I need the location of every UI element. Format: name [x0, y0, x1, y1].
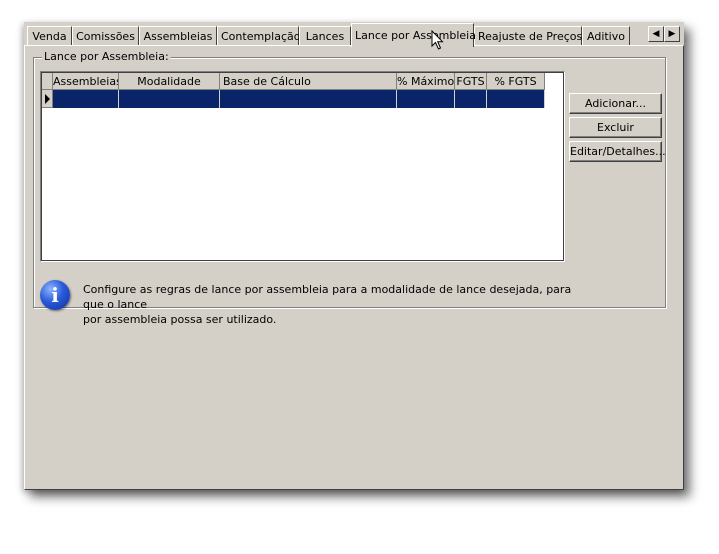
tab-lances[interactable]: Lances	[299, 26, 351, 45]
tab-reajuste-de-precos[interactable]: Reajuste de Preços	[474, 26, 582, 45]
tab-contemplacao[interactable]: Contemplação	[217, 26, 300, 45]
cell-base-de-calculo[interactable]	[220, 90, 397, 108]
column-header-base-de-calculo[interactable]: Base de Cálculo	[220, 73, 397, 90]
cell-assembleias[interactable]	[53, 90, 119, 108]
tab-lance-por-assembleia[interactable]: Lance por Assembleia	[351, 23, 476, 47]
column-header-modalidade[interactable]: Modalidade	[119, 73, 220, 90]
edit-details-button[interactable]: Editar/Detalhes...	[569, 141, 666, 162]
grid-corner	[42, 73, 53, 90]
table-row[interactable]	[42, 90, 551, 108]
tab-venda[interactable]: Venda	[27, 26, 72, 45]
tab-scroll-left-button[interactable]: ◀	[648, 26, 664, 42]
tab-assembleias[interactable]: Assembleias	[139, 26, 217, 45]
tab-aditivo[interactable]: Aditivo	[582, 26, 630, 45]
column-header-percent-fgts[interactable]: % FGTS	[487, 73, 545, 90]
tab-page-lance-por-assembleia: Lance por Assembleia: Assembleias Modali…	[24, 45, 684, 490]
tab-strip: Venda Comissões Assembleias Contemplação…	[24, 22, 684, 47]
mouse-pointer-icon	[431, 30, 444, 50]
cell-percent-fgts[interactable]	[487, 90, 545, 108]
cell-fgts[interactable]	[455, 90, 487, 108]
info-message: Configure as regras de lance por assembl…	[83, 282, 583, 327]
tab-comissoes[interactable]: Comissões	[72, 26, 139, 45]
info-line-1: Configure as regras de lance por assembl…	[83, 283, 572, 311]
column-header-fgts[interactable]: FGTS	[455, 73, 487, 90]
column-header-percent-maximo[interactable]: % Máximo	[397, 73, 455, 90]
info-line-2: por assembleia possa ser utilizado.	[83, 313, 277, 326]
dialog-window: Venda Comissões Assembleias Contemplação…	[24, 22, 684, 490]
cell-percent-maximo[interactable]	[397, 90, 455, 108]
lance-por-assembleia-group: Lance por Assembleia: Assembleias Modali…	[33, 50, 666, 326]
current-row-arrow-icon	[45, 94, 50, 104]
lance-grid[interactable]: Assembleias Modalidade Base de Cálculo %…	[40, 71, 565, 262]
group-title: Lance por Assembleia:	[42, 50, 171, 63]
column-header-assembleias[interactable]: Assembleias	[53, 73, 119, 90]
info-icon: i	[40, 280, 70, 310]
delete-button[interactable]: Excluir	[569, 117, 662, 138]
tab-scroll-right-button[interactable]: ▶	[664, 26, 680, 42]
add-button[interactable]: Adicionar...	[569, 93, 662, 114]
cell-modalidade[interactable]	[119, 90, 220, 108]
row-indicator	[42, 90, 53, 108]
